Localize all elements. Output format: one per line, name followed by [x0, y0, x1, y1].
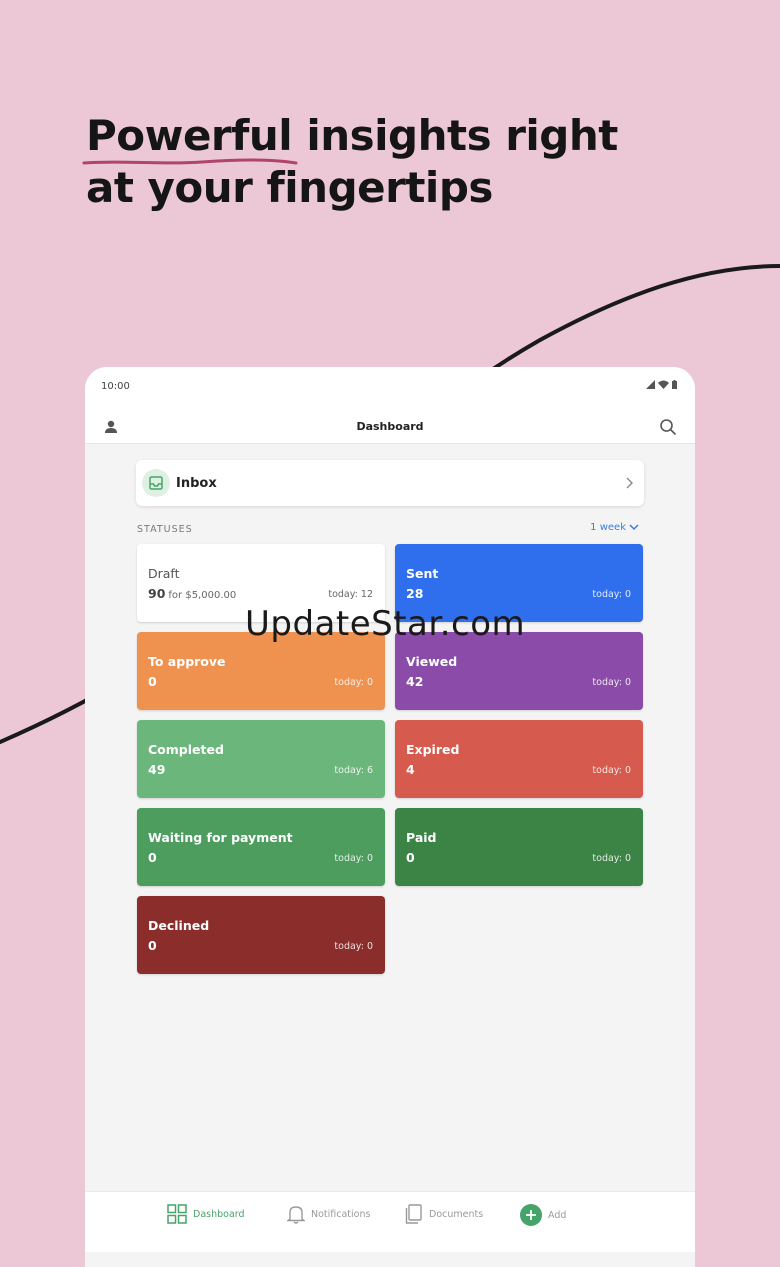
- status-card-declined[interactable]: Declined 0 today: 0: [137, 896, 385, 974]
- status-count: 90 for $5,000.00: [148, 586, 236, 601]
- page-title: Dashboard: [356, 420, 424, 433]
- search-icon[interactable]: [659, 418, 677, 436]
- statuses-header: STATUSES: [137, 524, 193, 535]
- status-card-paid[interactable]: Paid 0 today: 0: [395, 808, 643, 886]
- headline-line-2: at your fingertips: [86, 163, 493, 212]
- nav-documents[interactable]: Documents: [405, 1204, 483, 1224]
- status-time: 10:00: [101, 381, 130, 392]
- status-today: today: 0: [334, 853, 373, 864]
- inbox-label: Inbox: [176, 476, 217, 491]
- nav-notifications-label: Notifications: [311, 1208, 371, 1220]
- status-name: Waiting for payment: [148, 830, 293, 845]
- battery-icon: [672, 380, 677, 389]
- app-bar: Dashboard: [85, 407, 695, 444]
- status-today: today: 0: [592, 853, 631, 864]
- status-today: today: 12: [328, 589, 373, 600]
- headline-underlined-word: Powerful: [82, 110, 298, 165]
- status-count: 0: [148, 850, 157, 865]
- status-name: Draft: [148, 566, 180, 581]
- status-today: today: 0: [592, 677, 631, 688]
- status-today: today: 0: [592, 589, 631, 600]
- inbox-icon: [149, 476, 163, 490]
- status-count: 0: [148, 674, 157, 689]
- nav-documents-label: Documents: [429, 1208, 484, 1220]
- status-count: 42: [406, 674, 424, 689]
- status-today: today: 6: [334, 765, 373, 776]
- status-name: Expired: [406, 742, 460, 757]
- nav-add[interactable]: Add: [520, 1204, 566, 1226]
- status-card-waiting-for-payment[interactable]: Waiting for payment 0 today: 0: [137, 808, 385, 886]
- scribble-underline: [82, 158, 298, 165]
- dashboard-icon: [167, 1204, 187, 1224]
- status-count: 28: [406, 586, 424, 601]
- wifi-icon: [658, 380, 669, 389]
- status-card-expired[interactable]: Expired 4 today: 0: [395, 720, 643, 798]
- documents-icon: [405, 1204, 422, 1224]
- status-today: today: 0: [592, 765, 631, 776]
- nav-dashboard[interactable]: Dashboard: [167, 1204, 245, 1224]
- headline-line-1: Powerful insights right: [82, 110, 726, 165]
- period-dropdown[interactable]: 1 week: [590, 522, 639, 533]
- nav-dashboard-label: Dashboard: [193, 1208, 245, 1220]
- status-today: today: 0: [334, 941, 373, 952]
- headline-rest: insights right: [292, 111, 618, 160]
- status-name: Completed: [148, 742, 224, 757]
- status-count: 4: [406, 762, 415, 777]
- add-icon: [520, 1204, 542, 1226]
- status-amount: for $5,000.00: [168, 590, 237, 601]
- nav-notifications[interactable]: Notifications: [287, 1204, 370, 1224]
- status-count: 0: [148, 938, 157, 953]
- status-name: Paid: [406, 830, 437, 845]
- signal-icon: [646, 380, 655, 389]
- status-name: Declined: [148, 918, 210, 933]
- period-label: 1 week: [590, 522, 626, 533]
- inbox-row[interactable]: Inbox: [136, 460, 644, 506]
- chevron-down-icon: [629, 524, 639, 531]
- status-card-completed[interactable]: Completed 49 today: 6: [137, 720, 385, 798]
- bottom-navigation: Dashboard Notifications Documents Add: [85, 1191, 695, 1252]
- status-count: 0: [406, 850, 415, 865]
- status-name: To approve: [148, 654, 226, 669]
- system-icons: [646, 380, 677, 389]
- tablet-screen: 10:00 Dashboard Inbox STATUSES 1 week Dr…: [85, 367, 695, 1267]
- status-bar: 10:00: [85, 367, 695, 407]
- status-count: 49: [148, 762, 166, 777]
- bell-icon: [287, 1206, 305, 1224]
- inbox-icon-badge: [142, 469, 170, 497]
- nav-add-label: Add: [548, 1209, 567, 1221]
- status-name: Sent: [406, 566, 439, 581]
- status-today: today: 0: [334, 677, 373, 688]
- watermark: UpdateStar.com: [245, 604, 526, 644]
- headline-word-powerful: Powerful: [86, 111, 293, 160]
- chevron-right-icon: [626, 477, 633, 489]
- headline: Powerful insights right at your fingerti…: [82, 110, 726, 214]
- status-name: Viewed: [406, 654, 458, 669]
- status-count-value: 90: [148, 586, 166, 601]
